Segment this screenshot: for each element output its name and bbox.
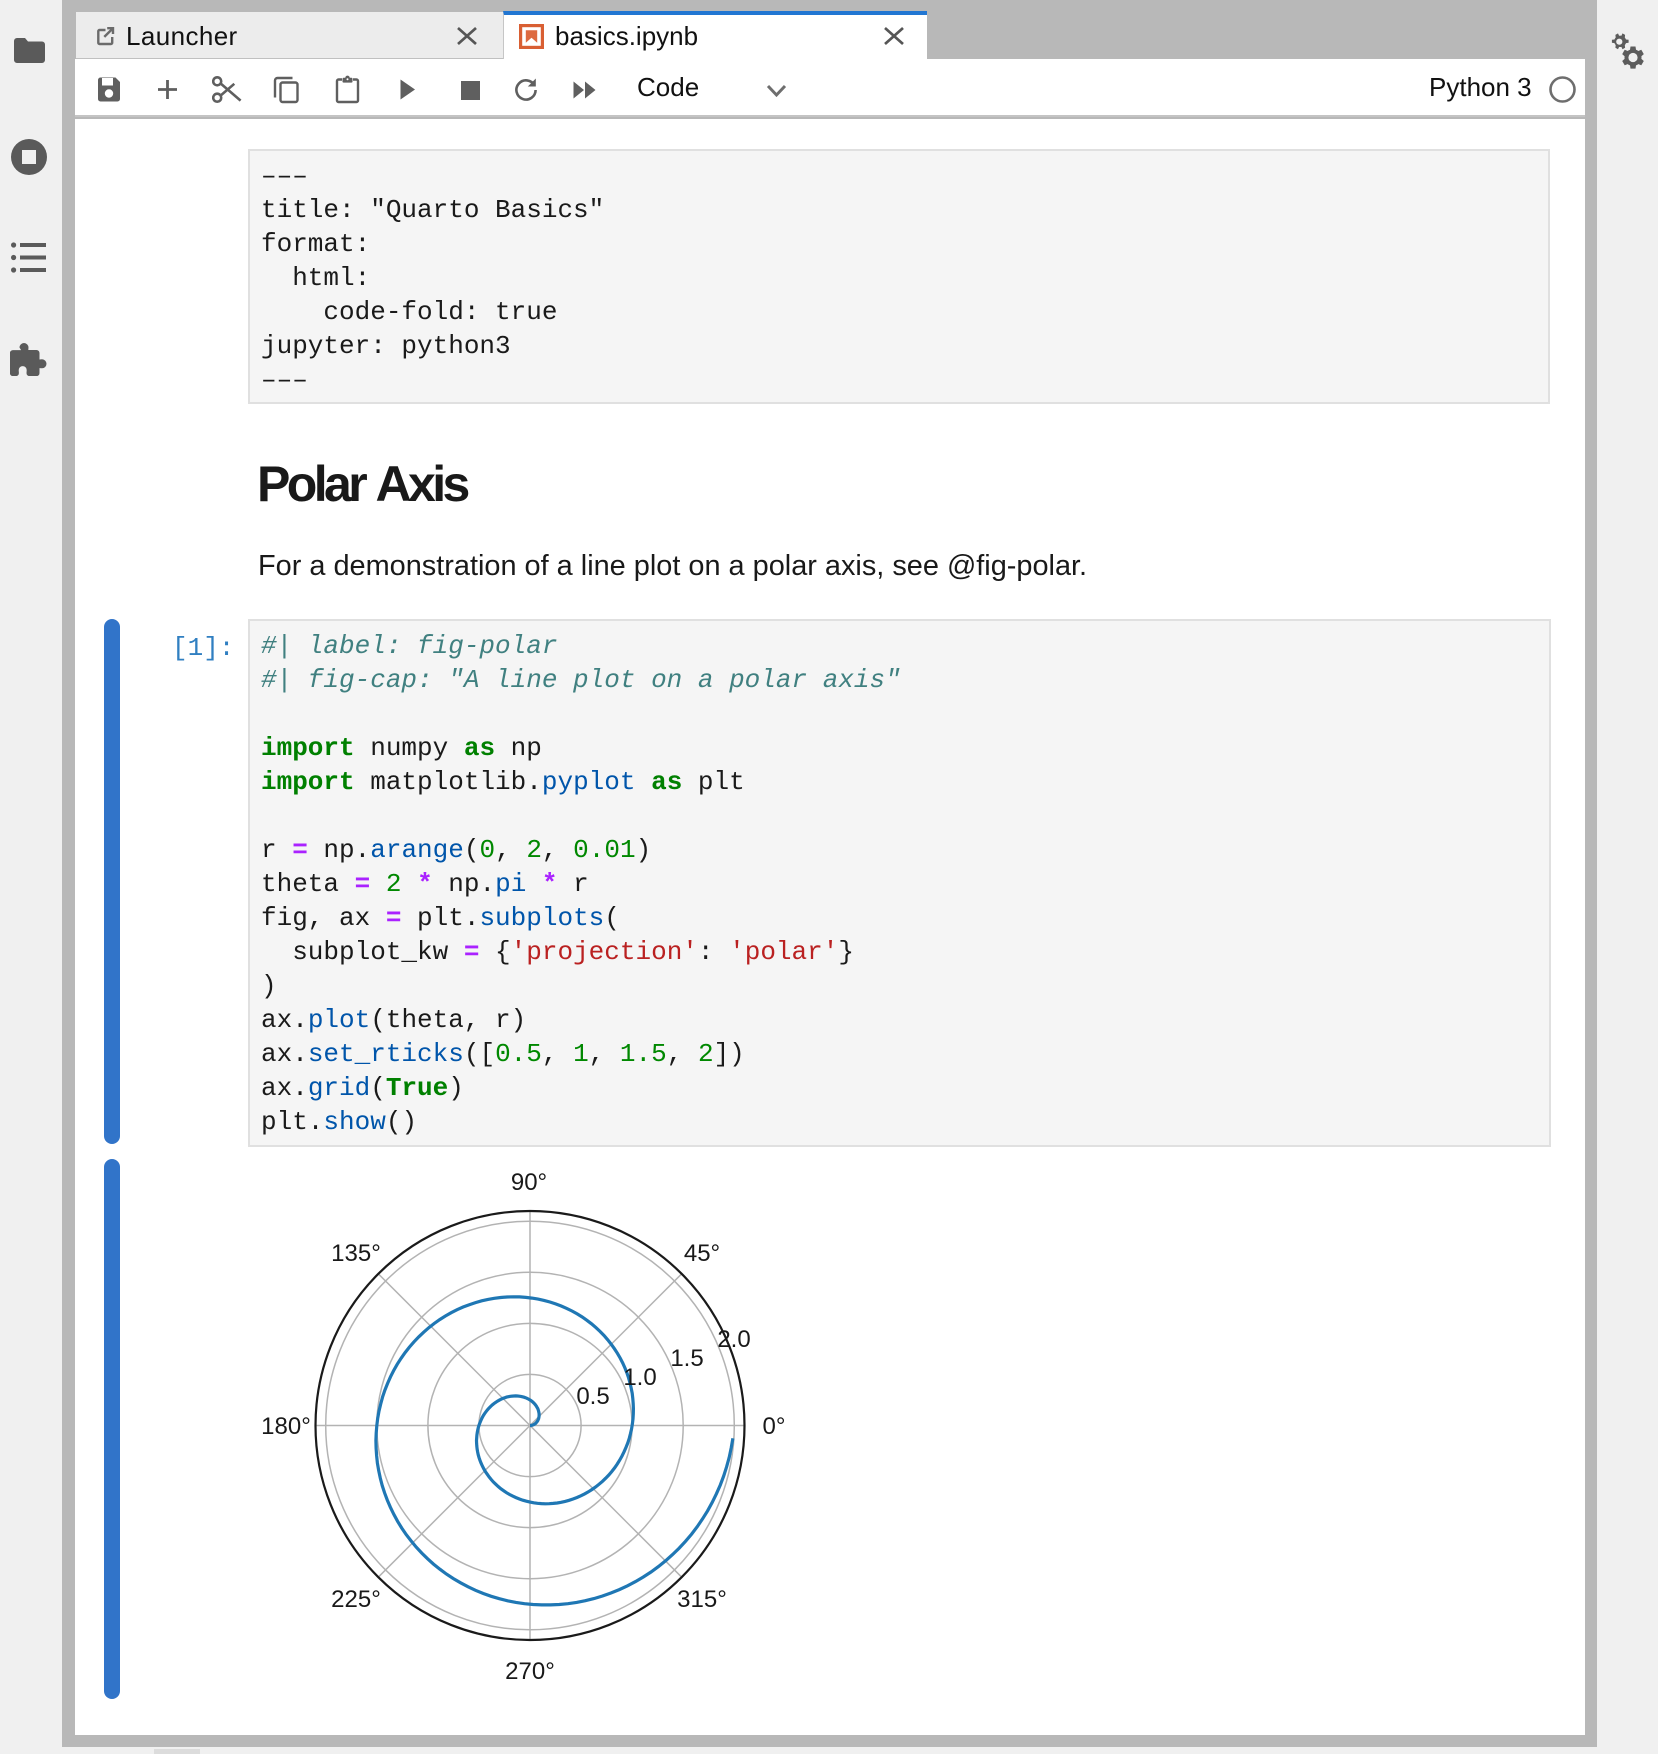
svg-text:2.0: 2.0 <box>717 1326 750 1353</box>
svg-text:180°: 180° <box>261 1413 311 1440</box>
svg-text:0.5: 0.5 <box>576 1383 609 1410</box>
svg-text:225°: 225° <box>331 1586 381 1613</box>
svg-text:135°: 135° <box>331 1240 381 1267</box>
svg-text:45°: 45° <box>684 1240 720 1267</box>
svg-text:90°: 90° <box>511 1169 547 1196</box>
svg-text:0°: 0° <box>763 1413 786 1440</box>
svg-text:1.0: 1.0 <box>623 1364 656 1391</box>
svg-text:270°: 270° <box>505 1658 555 1685</box>
svg-text:315°: 315° <box>677 1586 727 1613</box>
svg-text:1.5: 1.5 <box>670 1345 703 1372</box>
